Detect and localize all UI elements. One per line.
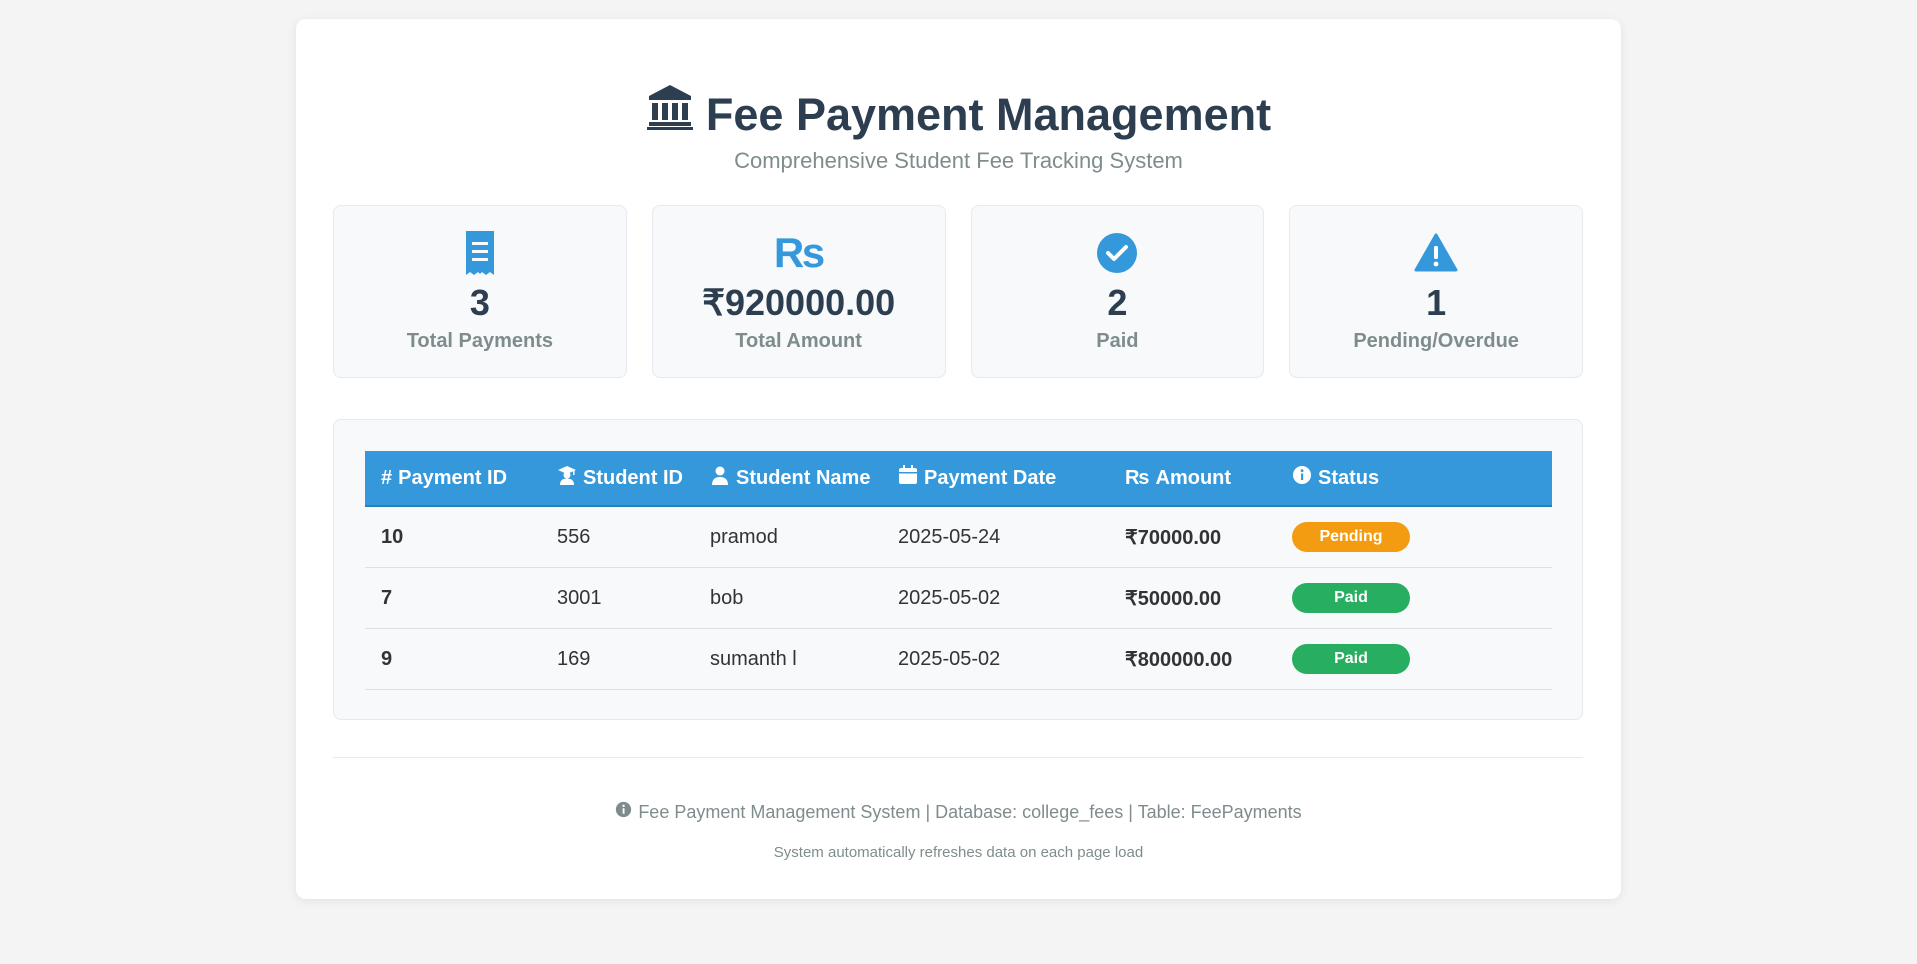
cell-payment-date: 2025-05-24 [882, 506, 1109, 568]
warning-icon [1290, 230, 1582, 276]
receipt-icon [334, 230, 626, 276]
footer-note: System automatically refreshes data on e… [773, 844, 1144, 861]
page-title-text: Fee Payment Management [705, 88, 1272, 140]
stat-label: Pending/Overdue [1353, 330, 1519, 352]
cell-payment-date: 2025-05-02 [882, 567, 1109, 629]
column-header-student-id[interactable]: Student ID [541, 451, 694, 507]
cell-status: Paid [1276, 567, 1552, 629]
column-header-payment-id[interactable]: # Payment ID [365, 451, 541, 507]
footer-divider [333, 757, 1583, 758]
status-badge: Paid [1292, 644, 1410, 674]
column-header-payment-date[interactable]: Payment Date [882, 451, 1109, 507]
stat-value: 2 [1107, 282, 1128, 323]
cell-amount: ₹50000.00 [1109, 567, 1276, 629]
cell-student-name: bob [694, 567, 882, 629]
cell-status: Paid [1276, 628, 1552, 690]
cell-status: Pending [1276, 506, 1552, 568]
column-header-student-name[interactable]: Student Name [694, 451, 882, 507]
cell-student-id: 169 [541, 628, 694, 690]
stat-card-total-amount: ₨ ₹920000.00 Total Amount [651, 205, 946, 378]
stat-value: 3 [469, 282, 490, 323]
table-row[interactable]: 10 556 pramod 2025-05-24 ₹70000.00 Pendi… [365, 506, 1552, 568]
bank-icon [646, 83, 694, 146]
page-subtitle: Comprehensive Student Fee Tracking Syste… [734, 148, 1183, 173]
cell-student-name: pramod [694, 506, 882, 568]
graduate-icon [557, 465, 577, 491]
cell-amount: ₹800000.00 [1109, 628, 1276, 690]
cell-payment-id: 10 [365, 506, 541, 568]
cell-payment-date: 2025-05-02 [882, 628, 1109, 690]
stat-card-paid: 2 Paid [970, 205, 1265, 378]
stat-label: Total Payments [406, 330, 554, 352]
stats-row: 3 Total Payments ₨ ₹920000.00 Total Amou… [333, 205, 1583, 378]
cell-student-name: sumanth l [694, 628, 882, 690]
payments-table-container: # Payment ID Student ID Student Name Pay… [333, 419, 1583, 720]
stat-label: Total Amount [735, 330, 862, 352]
stat-value: 1 [1426, 282, 1447, 323]
stat-card-total-payments: 3 Total Payments [333, 205, 627, 378]
status-badge: Pending [1292, 522, 1410, 552]
page-title: Fee Payment Management [646, 83, 1271, 146]
column-header-status[interactable]: Status [1276, 451, 1552, 507]
main-card: Fee Payment Management Comprehensive Stu… [296, 19, 1621, 899]
table-row[interactable]: 9 169 sumanth l 2025-05-02 ₹800000.00 Pa… [365, 628, 1552, 690]
hash-icon: # [381, 466, 393, 489]
check-circle-icon [972, 230, 1264, 276]
stat-value: ₹920000.00 [702, 282, 896, 323]
cell-amount: ₹70000.00 [1109, 506, 1276, 568]
column-header-amount[interactable]: ₨ Amount [1109, 451, 1276, 507]
footer-info-text: Fee Payment Management System | Database… [638, 801, 1302, 822]
cell-student-id: 3001 [541, 567, 694, 629]
info-icon [615, 801, 632, 823]
info-icon [1292, 465, 1312, 491]
user-icon [710, 465, 730, 491]
rupee-icon: ₨ [653, 229, 945, 276]
footer-info: Fee Payment Management System | Database… [615, 801, 1302, 823]
payments-table: # Payment ID Student ID Student Name Pay… [365, 451, 1552, 690]
rupee-icon: ₨ [1125, 466, 1150, 489]
cell-student-id: 556 [541, 506, 694, 568]
rupee-glyph: ₨ [773, 229, 825, 276]
cell-payment-id: 9 [365, 628, 541, 690]
cell-payment-id: 7 [365, 567, 541, 629]
stat-label: Paid [1096, 330, 1139, 352]
table-header-row: # Payment ID Student ID Student Name Pay… [365, 451, 1552, 507]
table-row[interactable]: 7 3001 bob 2025-05-02 ₹50000.00 Paid [365, 567, 1552, 629]
status-badge: Paid [1292, 583, 1410, 613]
page-header: Fee Payment Management Comprehensive Stu… [296, 83, 1621, 174]
page-footer: Fee Payment Management System | Database… [296, 801, 1621, 861]
stat-card-pending: 1 Pending/Overdue [1289, 205, 1583, 378]
calendar-icon [898, 465, 918, 491]
